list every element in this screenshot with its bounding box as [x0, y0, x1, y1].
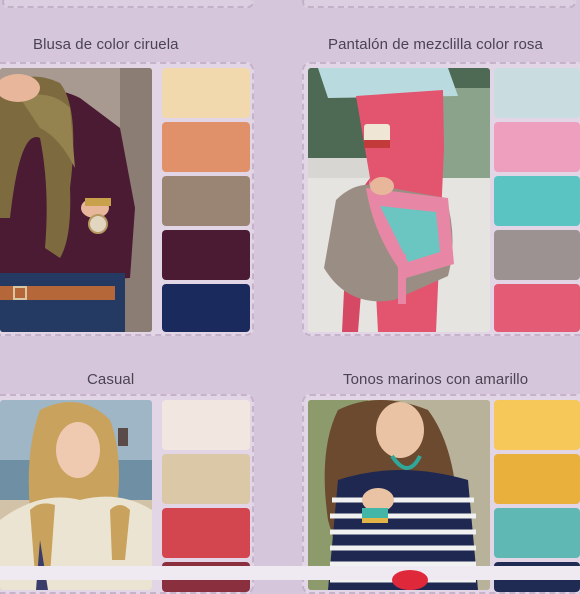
section-title-pink-jeans: Pantalón de mezclilla color rosa	[328, 36, 543, 53]
bottom-toolbar-edge	[0, 566, 580, 580]
color-swatch-2[interactable]	[162, 122, 250, 172]
color-swatch-2[interactable]	[162, 454, 250, 504]
section-title-navy-yellow: Tonos marinos con amarillo	[343, 371, 529, 388]
outfit-photo-navy-yellow[interactable]	[308, 400, 490, 590]
color-swatch-3[interactable]	[162, 176, 250, 226]
color-swatch-1[interactable]	[494, 68, 580, 118]
outfit-photo-casual[interactable]	[0, 400, 152, 590]
color-swatch-1[interactable]	[494, 400, 580, 450]
outfit-card-navy-yellow[interactable]	[302, 394, 580, 594]
color-swatch-2[interactable]	[494, 122, 580, 172]
casual-illustration	[0, 400, 152, 590]
outfit-card-pink-jeans[interactable]	[302, 62, 580, 336]
section-title-casual: Casual	[87, 371, 135, 388]
pin-badge-icon[interactable]	[392, 570, 428, 590]
color-swatch-1[interactable]	[162, 68, 250, 118]
color-swatch-2[interactable]	[494, 454, 580, 504]
plum-blouse-illustration	[0, 68, 152, 332]
color-swatch-4[interactable]	[162, 230, 250, 280]
outfit-card-casual[interactable]	[0, 394, 254, 594]
outfit-photo-plum-blouse[interactable]	[0, 68, 152, 332]
color-swatch-5[interactable]	[162, 284, 250, 332]
outfit-card-plum-blouse[interactable]	[0, 62, 254, 336]
section-title-plum-blouse: Blusa de color ciruela	[33, 36, 179, 53]
color-swatch-5[interactable]	[494, 284, 580, 332]
pink-jeans-illustration	[308, 68, 490, 332]
color-swatch-3[interactable]	[162, 508, 250, 558]
outfit-photo-pink-jeans[interactable]	[308, 68, 490, 332]
previous-card-edge-right	[302, 0, 576, 8]
color-swatch-3[interactable]	[494, 508, 580, 558]
previous-card-edge-left	[2, 0, 254, 8]
color-swatch-3[interactable]	[494, 176, 580, 226]
color-swatch-4[interactable]	[494, 230, 580, 280]
navy-yellow-illustration	[308, 400, 490, 590]
color-swatch-1[interactable]	[162, 400, 250, 450]
